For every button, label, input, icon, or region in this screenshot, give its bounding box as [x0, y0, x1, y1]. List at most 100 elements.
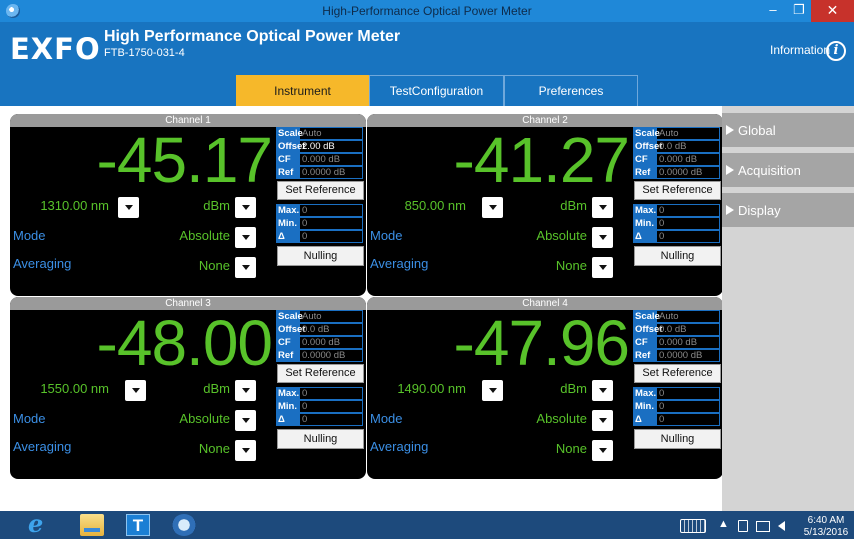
nulling-button[interactable]: Nulling — [634, 246, 721, 266]
action-center-icon[interactable] — [756, 521, 770, 532]
delta-field: Δ0 — [276, 413, 363, 426]
averaging-label: Averaging — [370, 439, 429, 454]
cf-value: 0.000 dB — [302, 337, 341, 348]
scale-value: Auto — [302, 128, 322, 139]
exfo-logo: EXFO — [10, 32, 101, 66]
unit-dropdown[interactable] — [592, 197, 613, 218]
chevron-down-icon — [599, 388, 607, 393]
mode-label: Mode — [13, 411, 46, 426]
tab-preferences[interactable]: Preferences — [504, 75, 638, 106]
ref-field: Ref 0.0000 dB — [633, 166, 720, 179]
scale-key: Scale — [277, 128, 303, 139]
sidebar-item-label: Global — [738, 123, 776, 138]
set-reference-button[interactable]: Set Reference — [634, 181, 721, 200]
averaging-value: None — [198, 258, 230, 273]
channel-1-panel: Channel 1 -45.17 Scale Auto Offset 2.00 dB… — [10, 114, 366, 296]
averaging-dropdown[interactable] — [235, 257, 256, 278]
ref-field: Ref 0.0000 dB — [276, 166, 363, 179]
min-field: Min. 0 — [633, 400, 720, 413]
unit-dropdown[interactable] — [592, 380, 613, 401]
mode-value: Absolute — [536, 411, 587, 426]
nulling-button[interactable]: Nulling — [277, 429, 364, 449]
instrument-area: Channel 1 -45.17 Scale Auto Offset 2.00 dB… — [0, 106, 723, 511]
network-icon[interactable] — [738, 520, 748, 532]
touch-keyboard-icon[interactable] — [680, 519, 706, 533]
title-bar: High-Performance Optical Power Meter – ❐… — [0, 0, 854, 22]
close-button[interactable]: ✕ — [811, 0, 854, 22]
chevron-down-icon — [242, 448, 250, 453]
minimize-button[interactable]: – — [759, 0, 787, 22]
set-reference-button[interactable]: Set Reference — [277, 181, 364, 200]
chevron-down-icon — [242, 418, 250, 423]
averaging-dropdown[interactable] — [235, 440, 256, 461]
show-hidden-icons-icon[interactable]: ▲ — [718, 518, 729, 530]
nulling-button[interactable]: Nulling — [634, 429, 721, 449]
sidebar-item-global[interactable]: Global — [722, 113, 854, 148]
wavelength-dropdown[interactable] — [125, 380, 146, 401]
delta-value: 0 — [659, 231, 665, 242]
max-value: 0 — [659, 205, 665, 216]
mode-label: Mode — [13, 228, 46, 243]
exfo-app-icon[interactable] — [172, 514, 196, 536]
sidebar-item-label: Acquisition — [738, 163, 801, 178]
clock-time[interactable]: 6:40 AM — [800, 515, 852, 526]
file-explorer-icon[interactable] — [80, 514, 104, 536]
mode-dropdown[interactable] — [235, 227, 256, 248]
information-icon[interactable]: i — [826, 41, 846, 61]
mode-dropdown[interactable] — [235, 410, 256, 431]
unit-dropdown[interactable] — [235, 197, 256, 218]
ref-field: Ref 0.0000 dB — [276, 349, 363, 362]
wavelength-value: 1310.00 nm — [40, 198, 109, 213]
power-reading: -45.17 — [96, 124, 273, 196]
wavelength-value: 1550.00 nm — [40, 381, 109, 396]
sidebar-item-acquisition[interactable]: Acquisition — [722, 153, 854, 188]
clock-date[interactable]: 5/13/2016 — [800, 527, 852, 538]
scale-value: Auto — [302, 311, 322, 322]
averaging-dropdown[interactable] — [592, 257, 613, 278]
averaging-value: None — [555, 441, 587, 456]
min-value: 0 — [659, 401, 665, 412]
mode-value: Absolute — [179, 228, 230, 243]
nulling-button[interactable]: Nulling — [277, 246, 364, 266]
averaging-dropdown[interactable] — [592, 440, 613, 461]
wavelength-dropdown[interactable] — [118, 197, 139, 218]
min-key: Min. — [634, 401, 657, 412]
wavelength-dropdown[interactable] — [482, 197, 503, 218]
t-app-icon[interactable]: T — [126, 514, 150, 536]
scale-key: Scale — [634, 128, 660, 139]
tab-instrument[interactable]: Instrument — [236, 75, 369, 106]
volume-icon[interactable] — [778, 521, 785, 531]
chevron-down-icon — [132, 388, 140, 393]
tab-test-configuration[interactable]: TestConfiguration — [369, 75, 504, 106]
information-label[interactable]: Information — [770, 43, 830, 57]
unit-value: dBm — [203, 198, 230, 213]
set-reference-button[interactable]: Set Reference — [277, 364, 364, 383]
wavelength-dropdown[interactable] — [482, 380, 503, 401]
maximize-button[interactable]: ❐ — [785, 0, 813, 22]
chevron-down-icon — [242, 205, 250, 210]
averaging-label: Averaging — [13, 439, 72, 454]
ref-key: Ref — [277, 167, 300, 178]
delta-field: Δ0 — [633, 413, 720, 426]
unit-dropdown[interactable] — [235, 380, 256, 401]
ref-key: Ref — [277, 350, 300, 361]
internet-explorer-icon[interactable]: e — [28, 512, 52, 536]
chevron-down-icon — [599, 265, 607, 270]
cf-field: CF 0.000 dB — [276, 153, 363, 166]
mode-dropdown[interactable] — [592, 410, 613, 431]
expand-arrow-icon — [726, 205, 734, 215]
unit-value: dBm — [560, 381, 587, 396]
mode-value: Absolute — [179, 411, 230, 426]
sidebar-item-label: Display — [738, 203, 781, 218]
expand-arrow-icon — [726, 165, 734, 175]
max-value: 0 — [659, 388, 665, 399]
chevron-down-icon — [599, 235, 607, 240]
set-reference-button[interactable]: Set Reference — [634, 364, 721, 383]
mode-dropdown[interactable] — [592, 227, 613, 248]
wavelength-value: 1490.00 nm — [397, 381, 466, 396]
power-reading: -48.00 — [96, 307, 273, 379]
offset-key: Offset — [634, 324, 663, 335]
sidebar-item-display[interactable]: Display — [722, 193, 854, 228]
offset-field: Offset 2.00 dB — [276, 140, 363, 153]
chevron-down-icon — [599, 448, 607, 453]
